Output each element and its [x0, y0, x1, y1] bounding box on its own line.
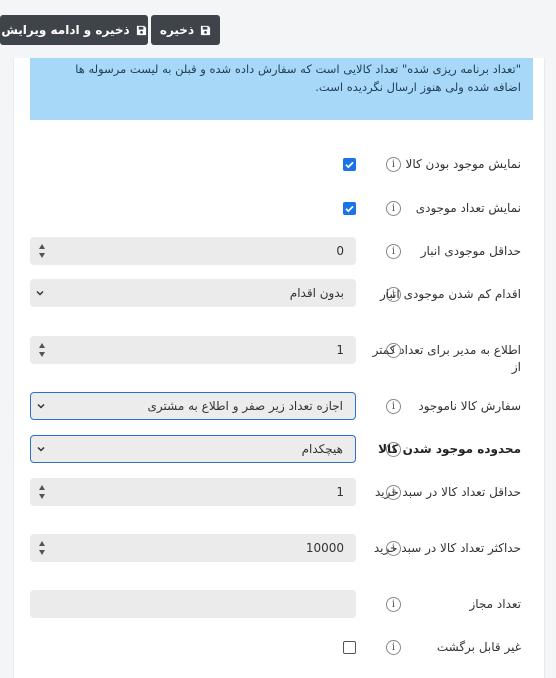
toolbar: ذخیره و ادامه ویرایش ذخیره: [0, 0, 556, 58]
notice-line-1: "تعداد برنامه ریزی شده" تعداد کالایی است…: [75, 62, 521, 76]
notice-line-2: اضافه شده ولی هنوز ارسال نگردیده است.: [315, 80, 521, 94]
min-stock-value: 0: [336, 244, 344, 258]
min-cart-qty-input[interactable]: 1: [30, 478, 356, 506]
min-stock-input[interactable]: 0: [30, 237, 356, 265]
info-circle-icon[interactable]: i: [386, 201, 401, 216]
stepper-arrows-icon[interactable]: [38, 242, 46, 260]
info-circle-icon[interactable]: i: [386, 287, 401, 302]
info-circle-icon[interactable]: i: [386, 597, 401, 612]
allowed-qty-input[interactable]: [30, 590, 356, 618]
max-cart-qty-value: 10000: [305, 541, 344, 555]
backorders-select[interactable]: اجازه تعداد زیر صفر و اطلاع به مشتری: [30, 392, 356, 420]
show-availability-checkbox[interactable]: [343, 158, 356, 171]
info-circle-icon[interactable]: i: [386, 485, 401, 500]
info-circle-icon[interactable]: i: [386, 157, 401, 172]
info-circle-icon[interactable]: i: [386, 399, 401, 414]
show-stock-quantity-checkbox[interactable]: [343, 202, 356, 215]
backorders-value: اجازه تعداد زیر صفر و اطلاع به مشتری: [147, 399, 343, 413]
info-circle-icon[interactable]: i: [386, 442, 401, 457]
save-and-continue-button[interactable]: ذخیره و ادامه ویرایش: [0, 15, 148, 45]
save-button[interactable]: ذخیره: [151, 15, 220, 45]
scheduled-quantity-notice: "تعداد برنامه ریزی شده" تعداد کالایی است…: [30, 58, 533, 120]
floppy-disk-icon: [136, 25, 147, 36]
stepper-arrows-icon[interactable]: [38, 539, 46, 557]
low-stock-action-select[interactable]: بدون اقدام: [30, 279, 356, 307]
floppy-disk-icon: [200, 25, 211, 36]
not-returnable-checkbox[interactable]: [343, 641, 356, 654]
info-circle-icon[interactable]: i: [386, 244, 401, 259]
stepper-arrows-icon[interactable]: [38, 341, 46, 359]
low-stock-action-value: بدون اقدام: [289, 286, 344, 300]
check-icon: [345, 205, 354, 213]
info-circle-icon[interactable]: i: [386, 541, 401, 556]
max-cart-qty-input[interactable]: 10000: [30, 534, 356, 562]
chevron-down-icon: [36, 444, 46, 454]
out-of-stock-range-select[interactable]: هیچکدام: [30, 435, 356, 463]
chevron-down-icon: [36, 401, 46, 411]
info-circle-icon[interactable]: i: [386, 343, 401, 358]
min-cart-qty-value: 1: [336, 485, 344, 499]
notify-admin-value: 1: [336, 343, 344, 357]
save-label: ذخیره: [159, 23, 195, 37]
check-icon: [345, 161, 354, 169]
chevron-down-icon: [35, 288, 45, 298]
out-of-stock-range-value: هیچکدام: [301, 442, 343, 456]
notify-admin-input[interactable]: 1: [30, 336, 356, 364]
stepper-arrows-icon[interactable]: [38, 483, 46, 501]
save-and-continue-label: ذخیره و ادامه ویرایش: [1, 23, 130, 37]
info-circle-icon[interactable]: i: [386, 640, 401, 655]
